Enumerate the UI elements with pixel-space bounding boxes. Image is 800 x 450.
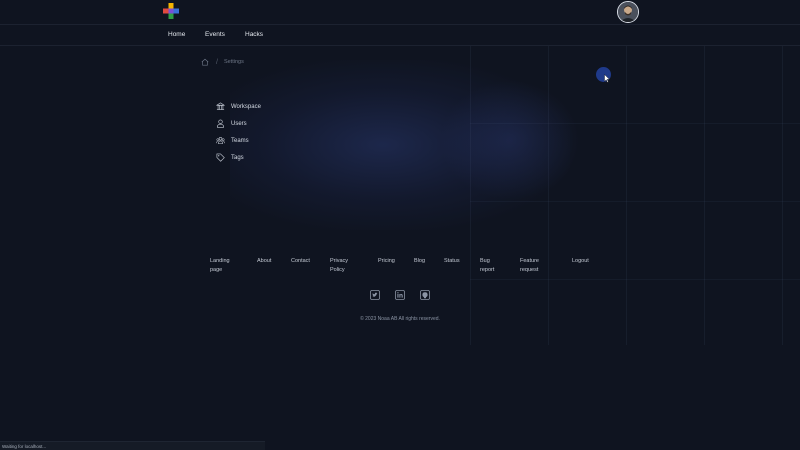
- settings-menu: Workspace Users Teams Tags: [216, 98, 261, 166]
- menu-item-users[interactable]: Users: [216, 115, 261, 132]
- linkedin-icon[interactable]: [395, 290, 405, 300]
- main-nav: Home Events Hacks: [0, 25, 800, 46]
- background-grid: [470, 45, 800, 345]
- app-logo[interactable]: [163, 3, 179, 19]
- menu-item-teams[interactable]: Teams: [216, 132, 261, 149]
- footer-link-bug-report[interactable]: Bug report: [480, 257, 502, 275]
- building-icon: [216, 102, 225, 111]
- top-header: [0, 0, 800, 25]
- team-icon: [216, 136, 225, 144]
- nav-item-home[interactable]: Home: [168, 31, 185, 38]
- page: Home Events Hacks / Settings Workspace U…: [0, 0, 800, 450]
- twitter-icon[interactable]: [370, 290, 380, 300]
- footer-link-pricing[interactable]: Pricing: [378, 257, 412, 266]
- github-icon[interactable]: [420, 290, 430, 300]
- footer-link-landing-page[interactable]: Landing page: [210, 257, 238, 275]
- background-glow: [230, 60, 570, 230]
- home-icon[interactable]: [201, 58, 209, 66]
- breadcrumb: / Settings: [201, 57, 244, 67]
- copyright-text: © 2023 Noaa AB All rights reserved.: [360, 316, 440, 322]
- user-avatar[interactable]: [617, 1, 639, 23]
- footer-link-contact[interactable]: Contact: [291, 257, 325, 266]
- nav-item-events[interactable]: Events: [205, 31, 225, 38]
- menu-item-label: Tags: [231, 154, 244, 161]
- footer-link-about[interactable]: About: [257, 257, 291, 266]
- footer-link-logout[interactable]: Logout: [572, 257, 606, 266]
- menu-item-tags[interactable]: Tags: [216, 149, 261, 166]
- breadcrumb-current: Settings: [223, 59, 244, 65]
- menu-item-label: Teams: [231, 137, 249, 144]
- tag-icon: [216, 153, 225, 162]
- menu-item-workspace[interactable]: Workspace: [216, 98, 261, 115]
- user-icon: [217, 119, 224, 128]
- menu-item-label: Workspace: [231, 103, 261, 110]
- footer-links: Landing page About Contact Privacy Polic…: [0, 257, 800, 281]
- background-glow-secondary: [440, 80, 580, 200]
- browser-status-bar: Waiting for localhost...: [0, 441, 265, 450]
- footer-link-feature-request[interactable]: Feature request: [520, 257, 546, 275]
- footer-link-status[interactable]: Status: [444, 257, 478, 266]
- footer-link-blog[interactable]: Blog: [414, 257, 448, 266]
- mouse-cursor-icon: [604, 74, 610, 83]
- breadcrumb-separator: /: [216, 58, 218, 66]
- menu-item-label: Users: [231, 120, 247, 127]
- nav-item-hacks[interactable]: Hacks: [245, 31, 263, 38]
- footer-link-privacy-policy[interactable]: Privacy Policy: [330, 257, 356, 275]
